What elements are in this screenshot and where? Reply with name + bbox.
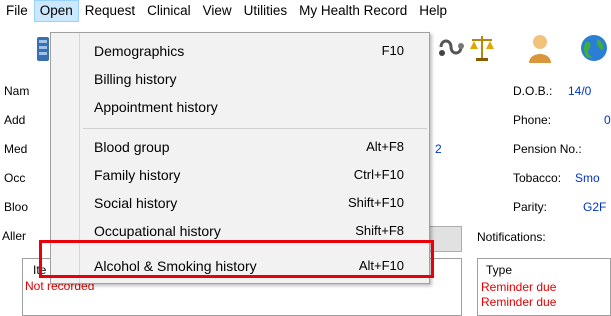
menu-request[interactable]: Request bbox=[79, 0, 141, 22]
notifications-label: Notifications: bbox=[477, 230, 546, 244]
menu-my-health-record[interactable]: My Health Record bbox=[293, 0, 413, 22]
menu-item-demographics[interactable]: Demographics F10 bbox=[52, 39, 428, 63]
menu-item-shortcut: Alt+F8 bbox=[366, 139, 404, 154]
menu-item-family-history[interactable]: Family history Ctrl+F10 bbox=[52, 163, 428, 187]
menu-view[interactable]: View bbox=[197, 0, 238, 22]
tobacco-value: Smo bbox=[575, 171, 600, 185]
menu-item-blood-group[interactable]: Blood group Alt+F8 bbox=[52, 135, 428, 159]
menu-item-label: Blood group bbox=[94, 139, 170, 155]
menu-item-label: Occupational history bbox=[94, 223, 221, 239]
menu-item-shortcut: Shift+F10 bbox=[347, 195, 404, 210]
dob-value: 14/0 bbox=[568, 84, 592, 98]
menu-bar: File Open Request Clinical View Utilitie… bbox=[0, 0, 611, 22]
menu-open[interactable]: Open bbox=[33, 0, 79, 22]
parity-label: Parity: bbox=[513, 200, 548, 214]
notifications-panel: Type Reminder due Reminder due bbox=[477, 258, 611, 316]
notifications-type-header: Type bbox=[486, 263, 513, 277]
tobacco-label: Tobacco: bbox=[513, 171, 562, 185]
menu-clinical[interactable]: Clinical bbox=[141, 0, 197, 22]
dob-label: D.O.B.: bbox=[513, 84, 553, 98]
menu-utilities[interactable]: Utilities bbox=[238, 0, 294, 22]
menu-item-label: Billing history bbox=[94, 71, 177, 87]
menu-item-label: Social history bbox=[94, 195, 178, 211]
stethoscope-icon[interactable] bbox=[437, 37, 465, 61]
menu-item-shortcut: Shift+F8 bbox=[355, 223, 404, 238]
allergies-label: Aller bbox=[2, 229, 27, 243]
menu-item-shortcut: Ctrl+F10 bbox=[353, 167, 404, 182]
globe-icon[interactable] bbox=[580, 34, 608, 62]
notification-row[interactable]: Reminder due bbox=[481, 280, 556, 294]
person-icon[interactable] bbox=[527, 33, 553, 63]
menu-item-social-history[interactable]: Social history Shift+F10 bbox=[52, 191, 428, 215]
notification-row[interactable]: Reminder due bbox=[481, 295, 556, 309]
database-icon[interactable] bbox=[36, 35, 50, 63]
menu-item-billing-history[interactable]: Billing history bbox=[52, 67, 428, 91]
address-label: Add bbox=[4, 113, 26, 127]
menu-item-appointment-history[interactable]: Appointment history bbox=[52, 95, 428, 119]
scales-icon[interactable] bbox=[468, 33, 496, 63]
phone-value: 0 bbox=[604, 113, 611, 127]
medicare-label: Med bbox=[4, 142, 28, 156]
highlight-box bbox=[39, 240, 434, 278]
menu-file[interactable]: File bbox=[0, 0, 34, 22]
menu-item-label: Family history bbox=[94, 167, 181, 183]
menu-item-label: Appointment history bbox=[94, 99, 218, 115]
pension-label: Pension No.: bbox=[513, 142, 582, 156]
blood-label: Bloo bbox=[4, 200, 29, 214]
menu-item-shortcut: F10 bbox=[381, 43, 404, 58]
name-label: Nam bbox=[4, 84, 30, 98]
menu-separator bbox=[83, 128, 427, 129]
menu-help[interactable]: Help bbox=[413, 0, 453, 22]
medicare-value-fragment: 2 bbox=[435, 142, 442, 156]
menu-item-label: Demographics bbox=[94, 43, 185, 59]
phone-label: Phone: bbox=[513, 113, 552, 127]
occupation-label: Occ bbox=[4, 171, 26, 185]
parity-value: G2F bbox=[583, 200, 607, 214]
